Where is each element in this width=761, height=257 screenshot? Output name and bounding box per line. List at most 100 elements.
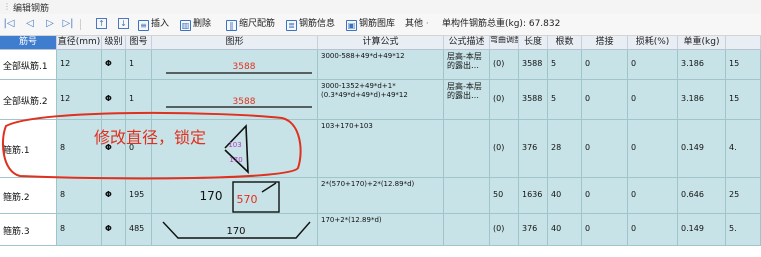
cell-formula[interactable]: 103+170+103 [318,120,444,178]
cell-lap[interactable]: 0 [582,214,628,246]
cell-lap[interactable]: 0 [582,80,628,120]
scale-rebar-button[interactable]: ‖ 缩尺配筋 [226,17,275,32]
rebar-library-button[interactable]: ▣ 钢筋图库 [346,17,395,32]
cell-shape[interactable] [152,120,318,178]
cell-grade[interactable]: Φ [102,120,126,178]
cell-total[interactable]: 4. [726,120,761,178]
first-record-icon[interactable]: |◁ [3,18,15,30]
insert-label: 插入 [151,19,170,29]
drag-grip-icon[interactable]: ⋮ [3,3,11,11]
cell-diameter[interactable]: 12 [57,80,102,120]
header-length[interactable]: 长度 [519,36,548,50]
cell-count[interactable]: 40 [548,178,582,214]
cell-desc[interactable] [444,178,490,214]
cell-lap[interactable]: 0 [582,120,628,178]
cell-length[interactable]: 376 [519,120,548,178]
cell-formula[interactable]: 3000-1352+49*d+1*(0.3*49*d+49*d)+49*12 [318,80,444,120]
header-shape[interactable]: 图形 [152,36,318,50]
cell-loss[interactable]: 0 [628,120,678,178]
cell-formula[interactable]: 170+2*(12.89*d) [318,214,444,246]
cell-loss[interactable]: 0 [628,214,678,246]
move-up-icon[interactable]: ↑ [96,18,107,29]
other-menu[interactable]: 其他 · [405,17,429,32]
cell-name[interactable]: 全部纵筋.2 [0,80,57,120]
cell-fig[interactable]: 1 [126,50,152,80]
cell-shape[interactable] [152,80,318,120]
cell-length[interactable]: 1636 [519,178,548,214]
cell-name[interactable]: 箍筋.1 [0,120,57,178]
cell-grade[interactable]: Φ [102,50,126,80]
cell-adjust[interactable]: (0) [490,120,519,178]
header-formula-desc[interactable]: 公式描述 [444,36,490,50]
cell-diameter[interactable]: 8 [57,178,102,214]
cell-name[interactable]: 箍筋.3 [0,214,57,246]
cell-total[interactable]: 15 [726,50,761,80]
move-down-icon[interactable]: ↓ [118,18,129,29]
count-value: 40 [551,190,562,199]
header-total-weight[interactable] [726,36,761,50]
cell-shape[interactable] [152,50,318,80]
cell-adjust[interactable]: (0) [490,214,519,246]
cell-adjust[interactable]: 50 [490,178,519,214]
cell-unit-weight[interactable]: 3.186 [678,80,726,120]
header-unit-weight[interactable]: 单重(kg) [678,36,726,50]
cell-formula[interactable]: 2*(570+170)+2*(12.89*d) [318,178,444,214]
cell-diameter[interactable]: 8 [57,214,102,246]
header-bend-adjust[interactable]: 弯曲调整 [490,36,519,50]
cell-lap[interactable]: 0 [582,178,628,214]
cell-count[interactable]: 5 [548,50,582,80]
cell-loss[interactable]: 0 [628,80,678,120]
cell-name[interactable]: 全部纵筋.1 [0,50,57,80]
cell-name[interactable]: 箍筋.2 [0,178,57,214]
cell-desc[interactable]: 层高-本层的露出… [444,50,490,80]
cell-count[interactable]: 5 [548,80,582,120]
cell-length[interactable]: 3588 [519,50,548,80]
lap-value: 0 [585,190,591,199]
cell-lap[interactable]: 0 [582,50,628,80]
cell-unit-weight[interactable]: 0.149 [678,214,726,246]
cell-grade[interactable]: Φ [102,80,126,120]
cell-diameter[interactable]: 12 [57,50,102,80]
cell-fig[interactable]: 485 [126,214,152,246]
header-count[interactable]: 根数 [548,36,582,50]
cell-length[interactable]: 3588 [519,80,548,120]
header-lap[interactable]: 搭接 [582,36,628,50]
header-figure-no[interactable]: 图号 [126,36,152,50]
last-record-icon[interactable]: ▷| [62,18,74,30]
cell-adjust[interactable]: (0) [490,50,519,80]
cell-diameter[interactable]: 8 [57,120,102,178]
delete-button[interactable]: ▥ 删除 [180,17,211,32]
header-formula[interactable]: 计算公式 [318,36,444,50]
cell-unit-weight[interactable]: 3.186 [678,50,726,80]
header-loss[interactable]: 损耗(%) [628,36,678,50]
cell-fig[interactable]: 0 [126,120,152,178]
cell-unit-weight[interactable]: 0.149 [678,120,726,178]
cell-length[interactable]: 376 [519,214,548,246]
cell-grade[interactable]: Φ [102,214,126,246]
cell-total[interactable]: 15 [726,80,761,120]
cell-grade[interactable]: Φ [102,178,126,214]
cell-desc[interactable] [444,120,490,178]
cell-fig[interactable]: 195 [126,178,152,214]
header-bar-number[interactable]: 筋号 [0,36,57,50]
header-diameter[interactable]: 直径(mm) [57,36,102,50]
next-record-icon[interactable]: ▷ [44,18,56,30]
cell-loss[interactable]: 0 [628,50,678,80]
cell-adjust[interactable]: (0) [490,80,519,120]
previous-record-icon[interactable]: ◁ [24,18,36,30]
cell-formula[interactable]: 3000-588+49*d+49*12 [318,50,444,80]
cell-shape[interactable] [152,214,318,246]
cell-loss[interactable]: 0 [628,178,678,214]
cell-desc[interactable] [444,214,490,246]
cell-total[interactable]: 5. [726,214,761,246]
cell-desc[interactable]: 层高-本层的露出… [444,80,490,120]
cell-total[interactable]: 25 [726,178,761,214]
cell-shape[interactable] [152,178,318,214]
cell-count[interactable]: 40 [548,214,582,246]
cell-fig[interactable]: 1 [126,80,152,120]
cell-unit-weight[interactable]: 0.646 [678,178,726,214]
header-grade[interactable]: 级别 [102,36,126,50]
insert-button[interactable]: ≡ 插入 [138,17,169,32]
rebar-info-button[interactable]: ≣ 钢筋信息 [286,17,335,32]
cell-count[interactable]: 28 [548,120,582,178]
